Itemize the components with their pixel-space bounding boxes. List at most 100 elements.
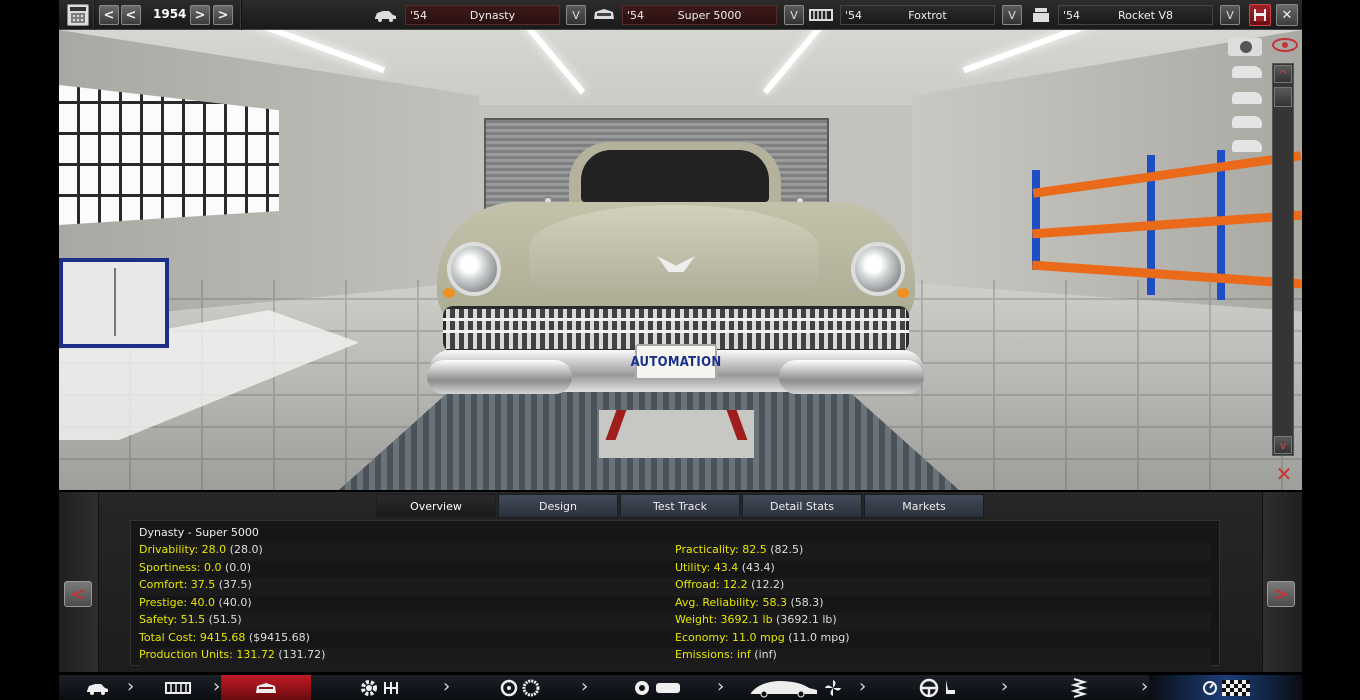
car-icon xyxy=(87,683,108,695)
model-name: Dynasty xyxy=(469,8,516,22)
stat-value: Economy: 11.0 mpg xyxy=(675,630,785,644)
stat-row: Avg. Reliability: 58.3 (58.3) xyxy=(675,596,1211,614)
stat-value: Prestige: 40.0 xyxy=(139,595,216,609)
car-windshield xyxy=(581,150,769,202)
trim-name: Super 5000 xyxy=(677,8,742,22)
stat-value: Offroad: 12.2 xyxy=(675,578,748,591)
panel-tabs: Overview Design Test Track Detail Stats … xyxy=(376,494,986,518)
tab-detail-stats[interactable]: Detail Stats xyxy=(742,494,862,518)
spring-icon xyxy=(1070,677,1088,698)
indicator-left xyxy=(443,288,455,298)
car-viewport[interactable]: AUTOMATION xyxy=(59,30,1302,490)
year-next-fast-button[interactable]: > xyxy=(213,5,233,25)
rear-view-icon[interactable] xyxy=(1232,116,1262,128)
toolbar-divider xyxy=(240,0,242,30)
body-icon xyxy=(256,682,276,693)
checkered-flag-icon xyxy=(1221,679,1250,696)
license-plate: AUTOMATION xyxy=(631,344,721,380)
current-year: 1954 xyxy=(153,7,187,21)
bumper-guard-right xyxy=(779,360,924,394)
brakes-nav[interactable]: › xyxy=(589,675,725,700)
wheel-icon xyxy=(500,679,518,696)
save-button[interactable] xyxy=(1249,4,1271,26)
suspension-nav[interactable]: › xyxy=(1009,675,1149,700)
trim-selector-field[interactable]: '54 Super 5000 xyxy=(622,5,777,25)
stat-row: Practicality: 82.5 (82.5) xyxy=(675,543,1211,561)
next-car-button[interactable]: > xyxy=(1267,581,1295,607)
model-selector-field[interactable]: '54 Dynasty xyxy=(405,5,560,25)
stat-row: Drivability: 28.0 (28.0) xyxy=(139,543,675,561)
overview-stats: Dynasty - Super 5000 Drivability: 28.0 (… xyxy=(130,520,1220,666)
tab-overview[interactable]: Overview xyxy=(376,494,496,518)
stat-row: Utility: 43.4 (43.4) xyxy=(675,561,1211,579)
stat-value: Total Cost: 9415.68 xyxy=(139,630,246,644)
trim-dropdown-button[interactable]: V xyxy=(784,5,804,25)
car-model-nav[interactable]: › xyxy=(59,675,135,700)
stat-base: (12.2) xyxy=(747,578,785,591)
stat-value: Practicality: 82.5 xyxy=(675,543,767,556)
orange-shelving xyxy=(1032,150,1302,300)
stat-row: Sportiness: 0.0 (0.0) xyxy=(139,561,675,579)
stat-row: Economy: 11.0 mpg (11.0 mpg) xyxy=(675,631,1211,649)
stat-value: Drivability: 28.0 xyxy=(139,543,227,556)
model-dropdown-button[interactable]: V xyxy=(566,5,586,25)
engine-dropdown-button[interactable]: V xyxy=(1220,5,1240,25)
top-view-icon[interactable] xyxy=(1232,140,1262,152)
stat-base: (0.0) xyxy=(221,560,252,574)
chassis-dropdown-button[interactable]: V xyxy=(1002,5,1022,25)
steering-wheel-icon xyxy=(919,678,939,697)
engine-gearbox-nav[interactable]: › xyxy=(311,675,451,700)
front-view-icon[interactable] xyxy=(1232,66,1262,78)
side-view-icon[interactable] xyxy=(1232,92,1262,104)
camera-icon[interactable] xyxy=(1228,38,1262,56)
engine-name: Rocket V8 xyxy=(1117,8,1173,22)
finish-nav[interactable] xyxy=(1149,675,1302,700)
stat-base: (inf) xyxy=(750,648,777,661)
year-prev-fast-button[interactable]: < xyxy=(99,5,119,25)
stat-base: (131.72) xyxy=(274,648,326,661)
tab-markets[interactable]: Markets xyxy=(864,494,984,518)
reset-view-icon[interactable]: ✕ xyxy=(1272,462,1296,486)
wheels-nav[interactable]: › xyxy=(451,675,589,700)
zoom-scrollbar[interactable]: ^ v xyxy=(1272,63,1294,456)
interior-nav[interactable]: › xyxy=(867,675,1009,700)
stat-value: Weight: 3692.1 lb xyxy=(675,613,773,626)
designer-stage-nav: › › › › › › › › xyxy=(59,675,1302,700)
tab-design[interactable]: Design xyxy=(498,494,618,518)
scroll-up-button[interactable]: ^ xyxy=(1274,65,1292,83)
stat-base: (28.0) xyxy=(226,543,263,556)
car-lift xyxy=(599,410,754,458)
chassis-name: Foxtrot xyxy=(908,8,947,22)
stat-row: Total Cost: 9415.68 ($9415.68) xyxy=(139,631,675,649)
scroll-thumb[interactable] xyxy=(1274,87,1292,107)
stat-row: Emissions: inf (inf) xyxy=(675,648,1211,666)
engine-icon xyxy=(1033,8,1049,22)
seat-icon xyxy=(946,679,955,694)
eye-icon[interactable] xyxy=(1272,38,1298,52)
top-toolbar: < < 1954 > > '54 Dynasty V '54 Super 500… xyxy=(59,0,1302,30)
gear-icon xyxy=(361,679,377,696)
tyre-icon xyxy=(522,679,540,696)
calendar-icon[interactable] xyxy=(67,4,89,26)
stat-row: Safety: 51.5 (51.5) xyxy=(139,613,675,631)
stat-base: (40.0) xyxy=(215,595,252,609)
close-button[interactable]: ✕ xyxy=(1276,4,1298,26)
trim-year: '54 xyxy=(627,8,645,22)
prev-car-button[interactable]: < xyxy=(64,581,92,607)
brake-icon xyxy=(656,682,680,693)
stat-row: Prestige: 40.0 (40.0) xyxy=(139,596,675,614)
brake-disc-icon xyxy=(635,680,649,695)
tab-test-track[interactable]: Test Track xyxy=(620,494,740,518)
year-prev-button[interactable]: < xyxy=(121,5,141,25)
stat-value: Safety: 51.5 xyxy=(139,613,206,626)
aero-cooling-nav[interactable]: › xyxy=(725,675,867,700)
stats-title: Dynasty - Super 5000 xyxy=(139,526,259,539)
chassis-nav[interactable]: › xyxy=(135,675,221,700)
scroll-down-button[interactable]: v xyxy=(1274,436,1292,454)
body-nav[interactable] xyxy=(221,675,311,700)
chassis-icon xyxy=(809,9,833,21)
chassis-selector-field[interactable]: '54 Foxtrot xyxy=(840,5,995,25)
chassis-year: '54 xyxy=(845,8,863,22)
engine-selector-field[interactable]: '54 Rocket V8 xyxy=(1058,5,1213,25)
year-next-button[interactable]: > xyxy=(190,5,210,25)
